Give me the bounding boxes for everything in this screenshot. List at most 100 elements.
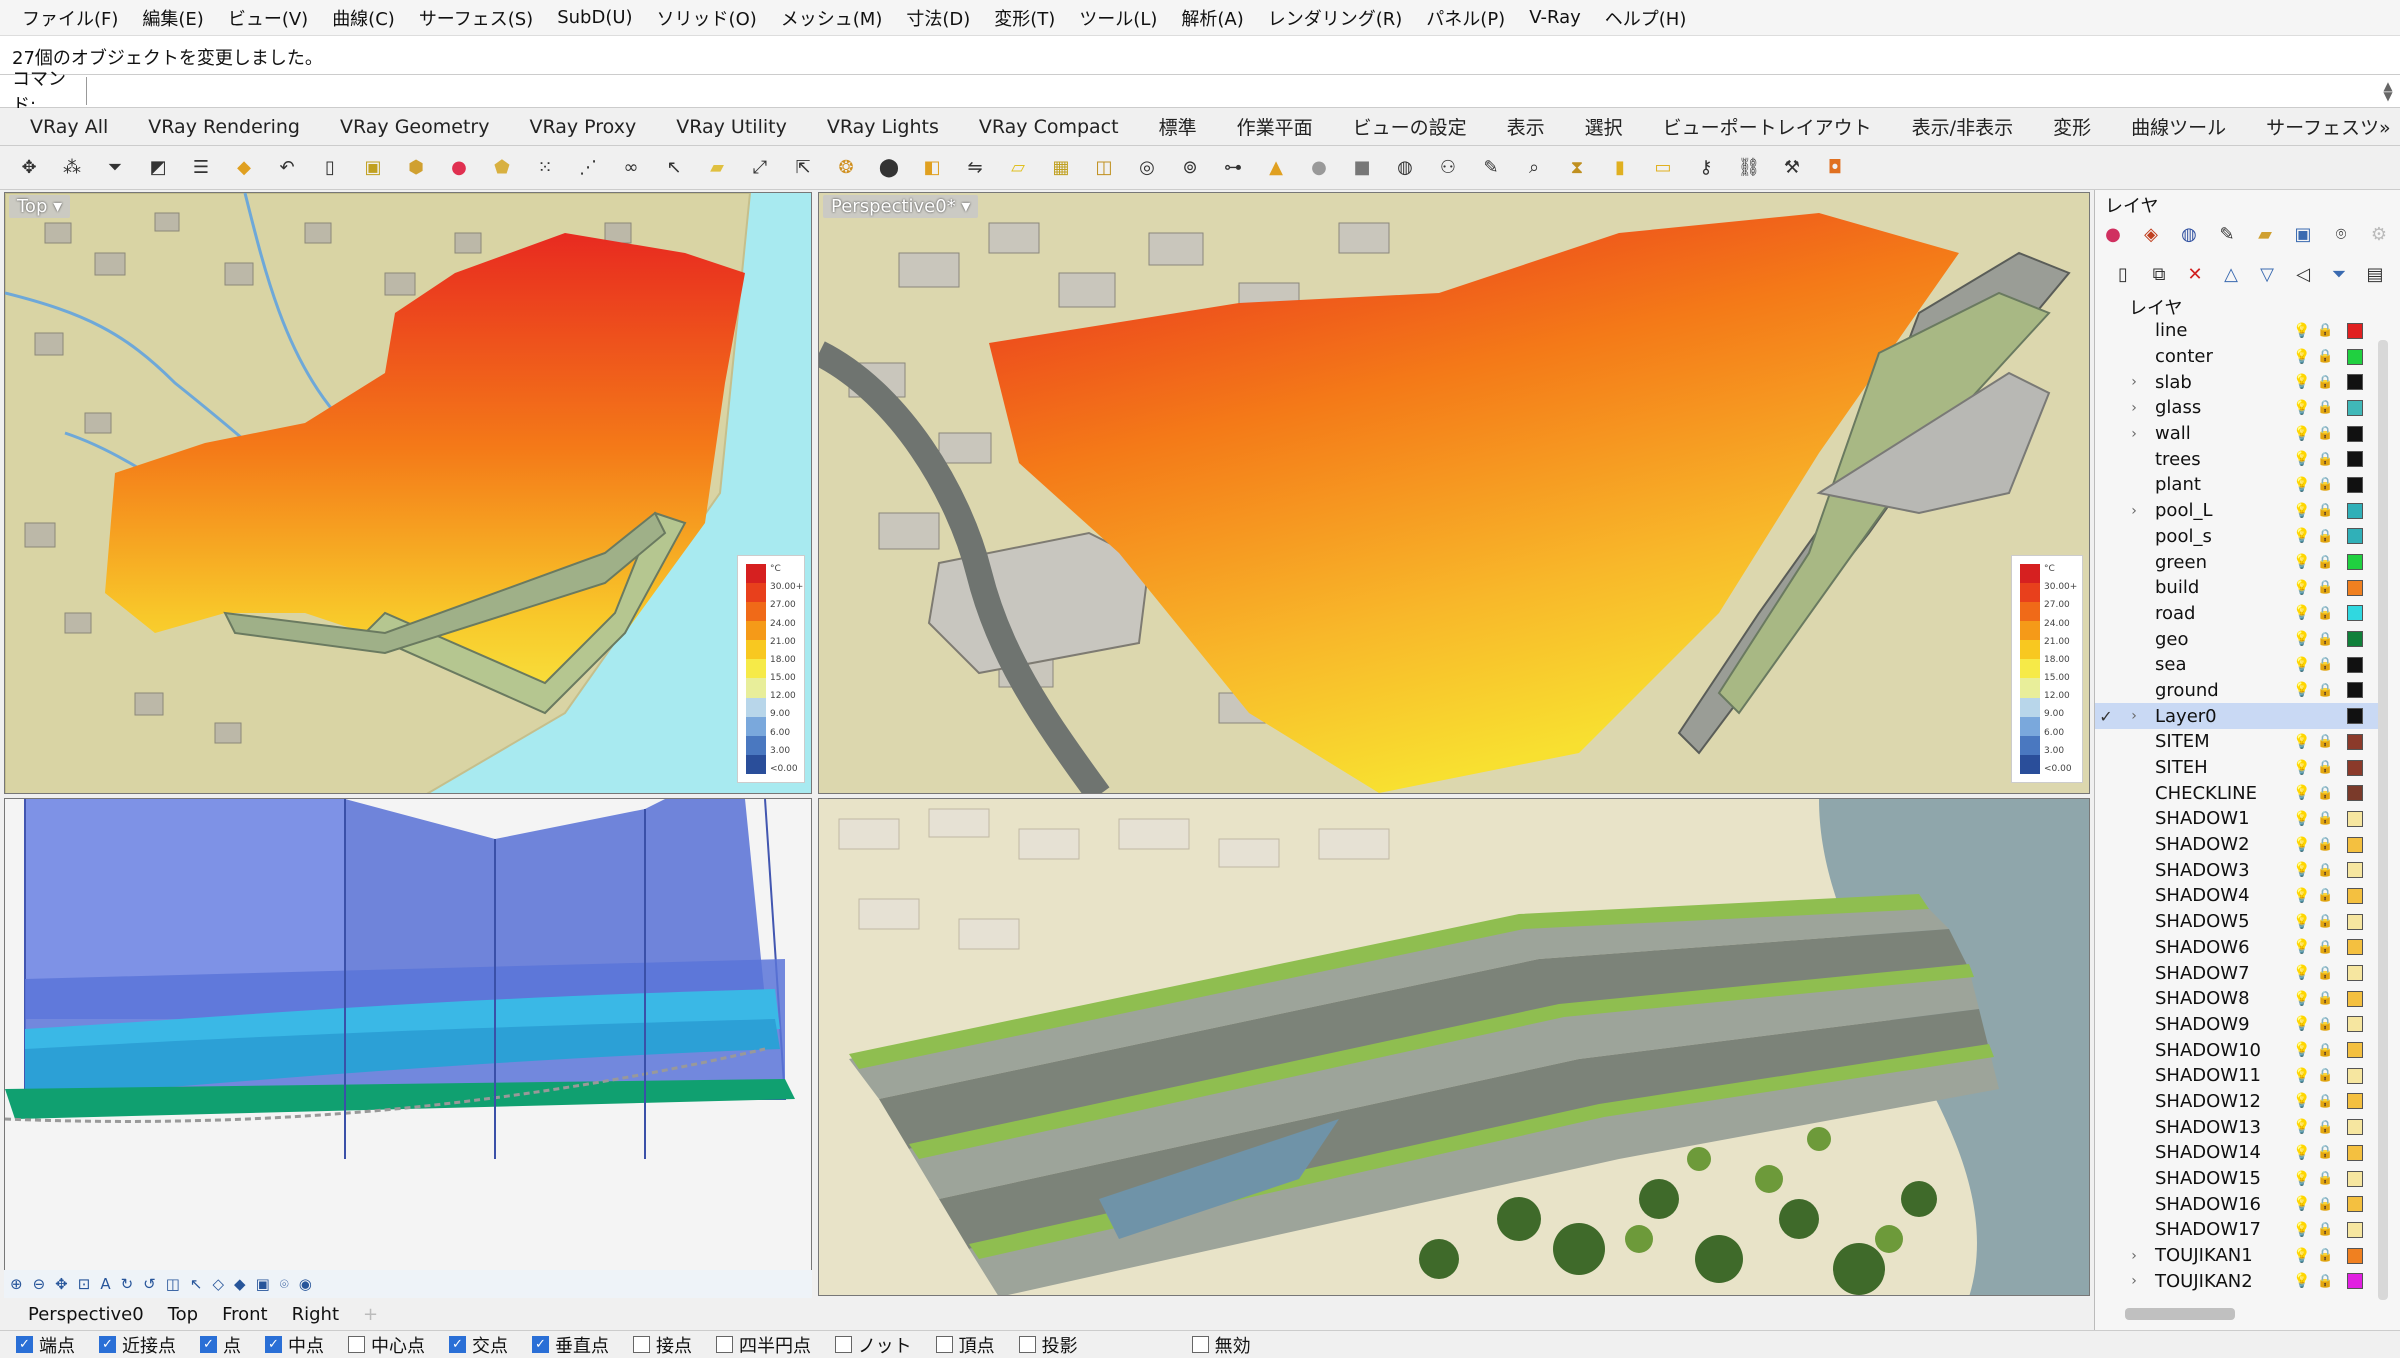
solid-icon[interactable]: ⬢ <box>401 153 431 183</box>
plane-icon[interactable]: ▱ <box>1003 153 1033 183</box>
move-left-icon[interactable]: ◁ <box>2291 262 2315 286</box>
lock-icon[interactable]: 🔒 <box>2317 632 2333 647</box>
layer-color-swatch[interactable] <box>2347 1119 2363 1136</box>
layer-color-swatch[interactable] <box>2347 1093 2363 1110</box>
viewport-top[interactable]: Top ▾ °C 30.00+ 27.00 24.00 21.00 18.00 15.00 1… <box>4 192 812 794</box>
layer-row[interactable]: line 💡 🔒 <box>2095 318 2385 344</box>
osnap-6[interactable]: ✓ 垂直点 <box>532 1332 609 1358</box>
menu-item-11[interactable]: 解析(A) <box>1169 5 1255 31</box>
network-icon[interactable]: ⚇ <box>1433 153 1463 183</box>
layer-list-hscrollbar[interactable] <box>2125 1308 2235 1320</box>
sphere-icon[interactable]: ⬤ <box>874 153 904 183</box>
layer-color-swatch[interactable] <box>2347 913 2363 930</box>
osnap-5[interactable]: ✓ 交点 <box>449 1332 508 1358</box>
layer-color-swatch[interactable] <box>2347 528 2363 545</box>
lock-icon[interactable]: 🔒 <box>2317 426 2333 441</box>
osnap-checkbox[interactable]: ✓ <box>265 1336 282 1353</box>
visibility-bulb-icon[interactable]: 💡 <box>2293 323 2310 339</box>
visibility-bulb-icon[interactable]: 💡 <box>2293 682 2310 698</box>
lock-icon[interactable]: 🔒 <box>2317 503 2333 518</box>
mesh-grid-icon[interactable]: ▦ <box>1046 153 1076 183</box>
toolbar-tab-16[interactable]: サーフェスツ» <box>2246 113 2400 140</box>
menu-item-0[interactable]: ファイル(F) <box>10 5 130 31</box>
black-white-icon[interactable]: ◩ <box>143 153 173 183</box>
visibility-bulb-icon[interactable]: 💡 <box>2293 605 2310 621</box>
lock-icon[interactable]: 🔒 <box>2317 837 2333 852</box>
layer-color-swatch[interactable] <box>2347 476 2363 493</box>
group-icon[interactable]: ❂ <box>831 153 861 183</box>
visibility-bulb-icon[interactable]: 💡 <box>2293 657 2310 673</box>
zoom-out-icon[interactable]: ⊖ <box>33 1275 46 1293</box>
lock-icon[interactable]: 🔒 <box>2317 991 2333 1006</box>
view-tab-3[interactable]: Right <box>280 1304 351 1325</box>
block-icon[interactable]: ▣ <box>358 153 388 183</box>
visibility-bulb-icon[interactable]: 💡 <box>2293 760 2310 776</box>
toolbar-tab-3[interactable]: VRay Proxy <box>509 116 656 138</box>
visibility-bulb-icon[interactable]: 💡 <box>2293 503 2310 519</box>
layer-row[interactable]: SHADOW9 💡 🔒 <box>2095 1012 2385 1038</box>
zoom-window-icon[interactable]: ⊡ <box>78 1275 91 1293</box>
toolbar-tab-10[interactable]: 表示 <box>1487 113 1565 140</box>
lock-icon[interactable]: 🔒 <box>2317 966 2333 981</box>
osnap-0[interactable]: ✓ 端点 <box>16 1332 75 1358</box>
layer-row[interactable]: SHADOW1 💡 🔒 <box>2095 806 2385 832</box>
toolbar-tab-2[interactable]: VRay Geometry <box>320 116 509 138</box>
visibility-bulb-icon[interactable]: 💡 <box>2293 1273 2310 1289</box>
expand-chevron-icon[interactable]: › <box>2123 426 2145 442</box>
cylinder-icon[interactable]: ▮ <box>1605 153 1635 183</box>
lock-icon[interactable]: 🔒 <box>2317 477 2333 492</box>
visibility-bulb-icon[interactable]: 💡 <box>2293 1196 2310 1212</box>
new-sublayer-icon[interactable]: ⧉ <box>2147 262 2171 286</box>
visibility-bulb-icon[interactable]: 💡 <box>2293 554 2310 570</box>
osnap-3[interactable]: ✓ 中点 <box>265 1332 324 1358</box>
chain-icon[interactable]: ⛓ <box>1734 153 1764 183</box>
osnap-checkbox[interactable] <box>716 1336 733 1353</box>
layer-row[interactable]: SHADOW8 💡 🔒 <box>2095 986 2385 1012</box>
visibility-bulb-icon[interactable]: 💡 <box>2293 862 2310 878</box>
lock-icon[interactable]: 🔒 <box>2317 1171 2333 1186</box>
layer-row[interactable]: SHADOW5 💡 🔒 <box>2095 909 2385 935</box>
pointer-icon[interactable]: ↖ <box>190 1275 203 1293</box>
osnap-10[interactable]: 頂点 <box>935 1332 995 1358</box>
extrude-icon[interactable]: ◧ <box>917 153 947 183</box>
expand-chevron-icon[interactable]: › <box>2123 1248 2145 1264</box>
viewport-perspective[interactable]: Perspective0* ▾ °C 30.00+ 27.00 24.00 21.00 1… <box>818 192 2090 794</box>
osnap-12[interactable]: 無効 <box>1191 1332 1251 1358</box>
expand-chevron-icon[interactable]: › <box>2123 400 2145 416</box>
osnap-checkbox[interactable]: ✓ <box>200 1336 217 1353</box>
visibility-bulb-icon[interactable]: 💡 <box>2293 991 2310 1007</box>
layer-row[interactable]: › pool_L 💡 🔒 <box>2095 498 2385 524</box>
eye-icon[interactable]: ◉ <box>299 1275 312 1293</box>
visibility-bulb-icon[interactable]: 💡 <box>2293 939 2310 955</box>
color-wheel-icon[interactable]: ● <box>2101 222 2125 246</box>
delete-icon[interactable]: ✕ <box>2183 262 2207 286</box>
menu-item-5[interactable]: SubD(U) <box>545 7 644 28</box>
scale-icon[interactable]: ⇱ <box>788 153 818 183</box>
layer-row[interactable]: › slab 💡 🔒 <box>2095 369 2385 395</box>
move-icon[interactable]: ⤢ <box>745 153 775 183</box>
lock-icon[interactable]: 🔒 <box>2317 1120 2333 1135</box>
color-wheel-icon[interactable]: ● <box>444 153 474 183</box>
layer-color-swatch[interactable] <box>2347 708 2363 725</box>
lock-icon[interactable]: 🔒 <box>2317 1094 2333 1109</box>
visibility-bulb-icon[interactable]: 💡 <box>2293 914 2310 930</box>
visibility-bulb-icon[interactable]: 💡 <box>2293 477 2310 493</box>
move-down-icon[interactable]: ▽ <box>2255 262 2279 286</box>
viewport-label-perspective[interactable]: Perspective0* ▾ <box>823 195 979 218</box>
panel-icon[interactable]: ▭ <box>1648 153 1678 183</box>
spiral-icon[interactable]: ◎ <box>1132 153 1162 183</box>
key-icon[interactable]: ⚷ <box>1691 153 1721 183</box>
rotate-icon[interactable]: ↻ <box>121 1275 134 1293</box>
pan-icon[interactable]: ✥ <box>55 1275 68 1293</box>
material-icon[interactable]: ⬟ <box>487 153 517 183</box>
menu-item-4[interactable]: サーフェス(S) <box>407 5 545 31</box>
lock-icon[interactable]: 🔒 <box>2317 1248 2333 1263</box>
visibility-bulb-icon[interactable]: 💡 <box>2293 1222 2310 1238</box>
viewport-label-top[interactable]: Top ▾ <box>9 195 71 218</box>
layer-color-swatch[interactable] <box>2347 1273 2363 1290</box>
lock-icon[interactable]: 🔒 <box>2317 555 2333 570</box>
layer-color-swatch[interactable] <box>2347 631 2363 648</box>
menu-item-10[interactable]: ツール(L) <box>1067 5 1169 31</box>
layer-row[interactable]: conter 💡 🔒 <box>2095 344 2385 370</box>
layer-color-swatch[interactable] <box>2347 733 2363 750</box>
